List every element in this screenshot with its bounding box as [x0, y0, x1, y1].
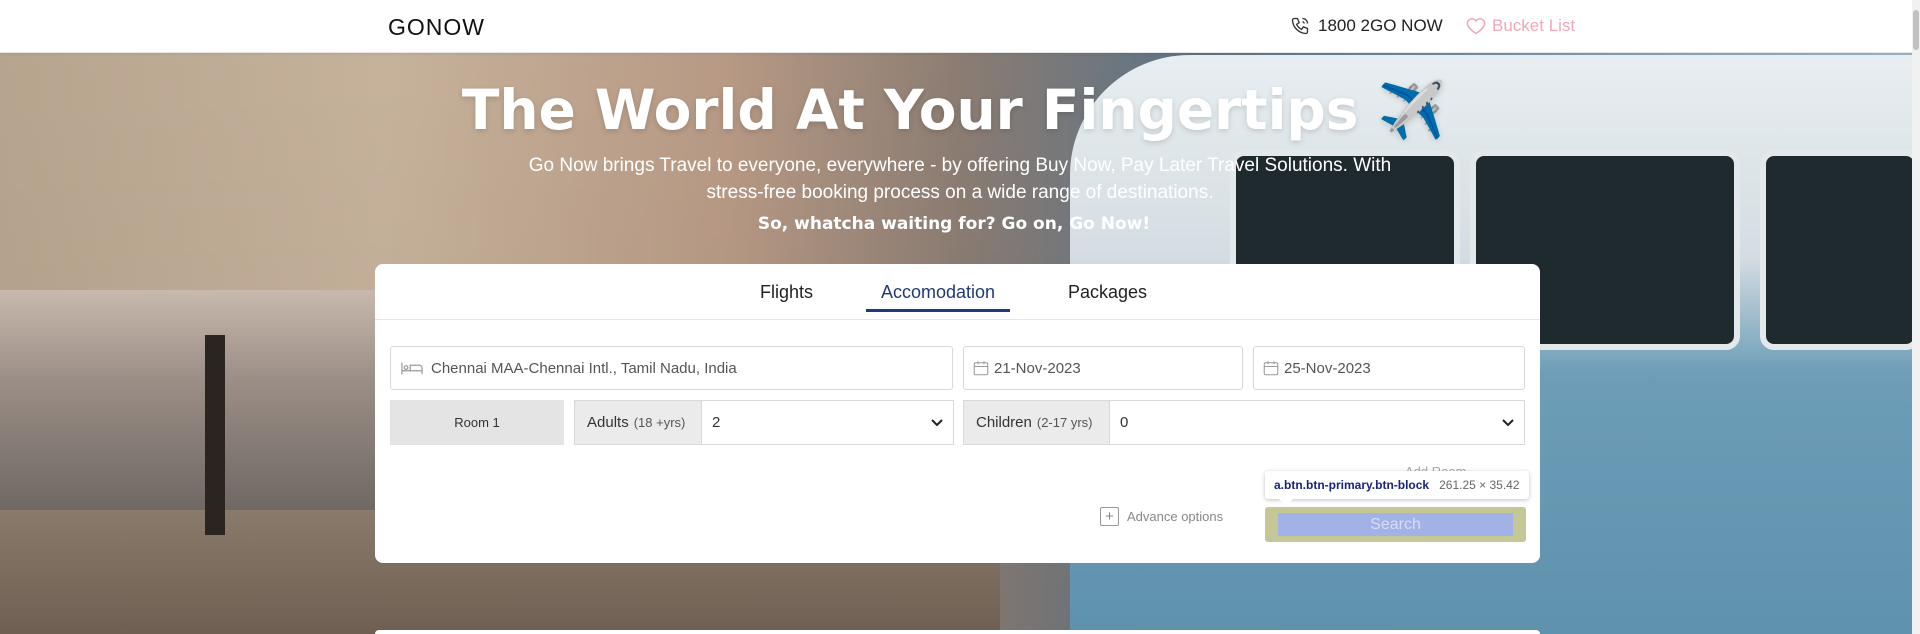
checkout-date-input[interactable]: 25-Nov-2023	[1253, 346, 1525, 390]
tab-flights[interactable]: Flights	[745, 282, 828, 309]
tooltip-dimensions: 261.25 × 35.42	[1439, 478, 1520, 492]
hero-title: The World At Your Fingertips ✈️	[461, 78, 1447, 142]
children-age-hint: (2-17 yrs)	[1036, 415, 1093, 430]
advance-options-toggle[interactable]: + Advance options	[1100, 507, 1223, 526]
adults-label-text: Adults	[587, 414, 629, 431]
hotel-bed-icon	[401, 362, 423, 375]
checkin-date-input[interactable]: 21-Nov-2023	[963, 346, 1243, 390]
checkout-value: 25-Nov-2023	[1284, 359, 1371, 377]
children-label: Children (2-17 yrs)	[963, 400, 1110, 445]
tooltip-selector: a.btn.btn-primary.btn-block	[1274, 478, 1430, 492]
top-navbar: GONOW 1800 2GO NOW Bucket List	[0, 0, 1920, 53]
adults-label: Adults (18 +yrs)	[574, 400, 702, 445]
calendar-icon	[1263, 361, 1279, 376]
search-card: Flights Accomodation Packages Chennai MA…	[375, 264, 1540, 563]
heart-icon	[1466, 18, 1486, 35]
search-tabs: Flights Accomodation Packages	[375, 264, 1540, 320]
phone-icon	[1291, 17, 1309, 35]
adults-select[interactable]: 2	[701, 400, 954, 445]
search-button[interactable]: Search	[1265, 507, 1526, 542]
adults-age-hint: (18 +yrs)	[633, 415, 686, 430]
advance-options-label: Advance options	[1127, 509, 1224, 524]
hero-cta-text: So, whatcha waiting for? Go on, Go Now!	[757, 214, 1151, 234]
devtools-element-tooltip: a.btn.btn-primary.btn-block 261.25 × 35.…	[1265, 471, 1529, 506]
scrollbar-thumb[interactable]	[1913, 10, 1919, 50]
van-window	[1760, 150, 1920, 350]
children-select-value: 0	[1120, 414, 1129, 431]
tab-accomodation[interactable]: Accomodation	[866, 282, 1011, 312]
fence-post	[205, 335, 225, 535]
page-scrollbar[interactable]	[1912, 0, 1920, 634]
children-select[interactable]: 0	[1109, 400, 1525, 445]
search-button-label: Search	[1278, 513, 1513, 536]
plus-icon: +	[1100, 507, 1119, 526]
phone-link[interactable]: 1800 2GO NOW	[1290, 16, 1443, 36]
checkin-value: 21-Nov-2023	[994, 359, 1081, 377]
tab-packages[interactable]: Packages	[1053, 282, 1162, 309]
children-label-text: Children	[976, 414, 1032, 431]
hero-subtitle: Go Now brings Travel to everyone, everyw…	[528, 155, 1392, 203]
room-label: Room 1	[390, 400, 564, 445]
adults-select-value: 2	[712, 414, 721, 431]
next-section-edge	[375, 630, 1540, 634]
destination-value: Chennai MAA-Chennai Intl., Tamil Nadu, I…	[431, 359, 737, 377]
chevron-down-icon	[931, 418, 943, 426]
bucket-list-link[interactable]: Bucket List	[1466, 16, 1575, 36]
destination-input[interactable]: Chennai MAA-Chennai Intl., Tamil Nadu, I…	[390, 346, 953, 390]
logo[interactable]: GONOW	[388, 14, 485, 41]
phone-number: 1800 2GO NOW	[1318, 16, 1443, 35]
bucket-list-label: Bucket List	[1492, 16, 1576, 35]
calendar-icon	[973, 361, 989, 376]
chevron-down-icon	[1502, 418, 1514, 426]
